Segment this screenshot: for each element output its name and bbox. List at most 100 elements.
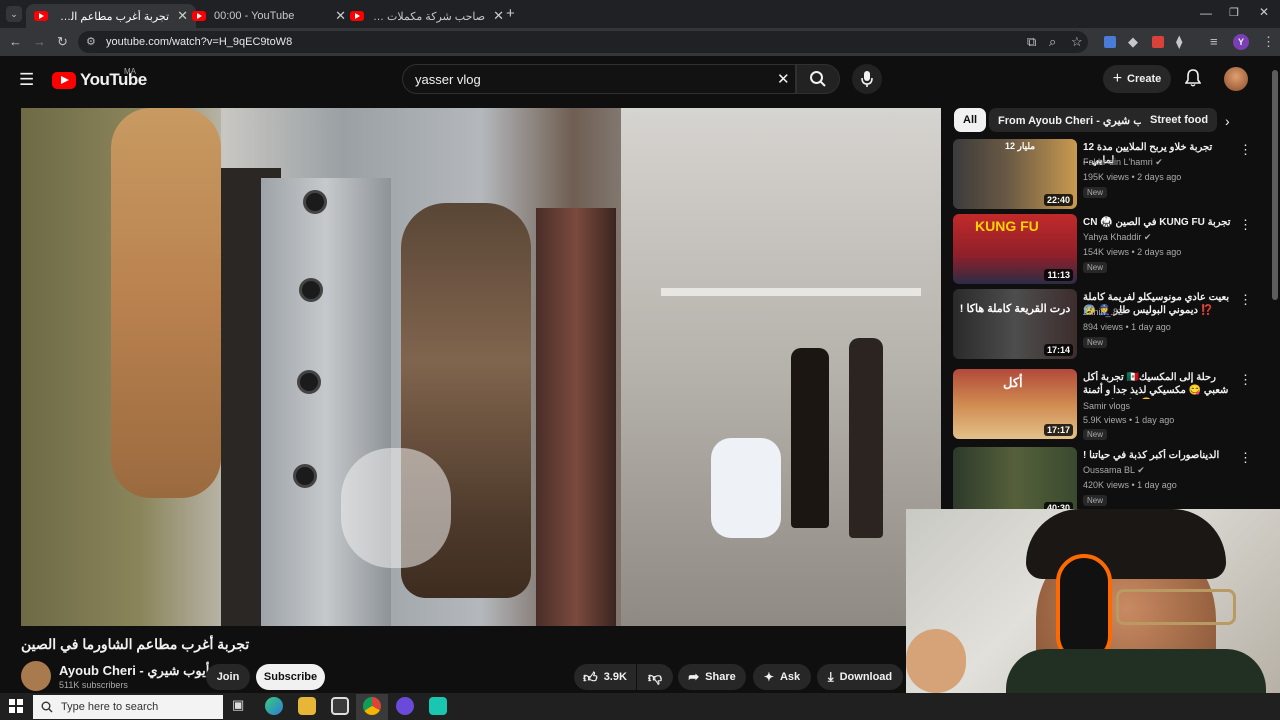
tab-search-icon[interactable]: ⌄ bbox=[6, 6, 22, 22]
browser-tab-1[interactable]: تجربة أغرب مطاعم الشاورما في ال ✕ bbox=[26, 4, 196, 28]
reload-icon[interactable]: ↻ bbox=[57, 34, 68, 50]
verified-badge-icon: ✔ bbox=[1137, 465, 1145, 475]
ask-button[interactable]: ✦ Ask bbox=[753, 664, 811, 690]
download-label: Download bbox=[839, 671, 893, 683]
chip-street-food[interactable]: Street food bbox=[1141, 108, 1218, 132]
create-label: Create bbox=[1127, 73, 1162, 85]
recommendation-item[interactable]: درت القريعة كاملة هاكا ! 17:14 بعيت عادي… bbox=[953, 289, 1253, 359]
microphone-icon bbox=[861, 71, 873, 87]
subscribe-button[interactable]: Subscribe bbox=[256, 664, 325, 690]
dislike-button[interactable]: 👎︎ bbox=[637, 664, 673, 690]
account-avatar[interactable] bbox=[1224, 67, 1248, 91]
search-button[interactable] bbox=[796, 64, 840, 94]
address-bar[interactable]: ⚙ youtube.com/watch?v=H_9qEC9toW8 bbox=[78, 31, 1088, 53]
minimize-icon[interactable]: — bbox=[1200, 6, 1212, 20]
recommendation-item[interactable]: 12 مليار 22:40 تجربة خلاو يربح الملايين … bbox=[953, 139, 1253, 209]
browser-tab-3[interactable]: صاحب شركة مكملات عدالية يواجه ✕ bbox=[342, 4, 512, 28]
new-badge: New bbox=[1083, 337, 1108, 348]
grill-knob bbox=[299, 278, 323, 302]
duration-badge: 11:13 bbox=[1044, 269, 1073, 281]
youtube-play-icon bbox=[52, 71, 76, 89]
hamburger-menu-icon[interactable]: ☰ bbox=[19, 70, 34, 90]
more-options-icon[interactable]: ⋮ bbox=[1239, 292, 1252, 308]
browser-tab-2[interactable]: 00:00 - YouTube ✕ bbox=[184, 4, 354, 28]
search-input[interactable]: yasser vlog ✕ bbox=[402, 64, 796, 94]
voice-search-button[interactable] bbox=[852, 64, 882, 94]
forward-icon[interactable]: → bbox=[33, 34, 46, 49]
reading-list-icon[interactable]: ≡ bbox=[1210, 34, 1218, 49]
grill-knob bbox=[303, 190, 327, 214]
webcam-overlay bbox=[906, 509, 1280, 693]
recommendation-views: 5.9K views • 1 day ago bbox=[1083, 415, 1175, 425]
recommendation-item[interactable]: 40:30 الديناصورات أكبر كذبة في حياتنا ! … bbox=[953, 447, 1253, 517]
bookmark-star-icon[interactable]: ☆ bbox=[1071, 34, 1083, 50]
browser-menu-icon[interactable]: ⋮ bbox=[1262, 34, 1275, 50]
url-text: youtube.com/watch?v=H_9qEC9toW8 bbox=[106, 36, 293, 48]
recommendation-title: تجربة KUNG FU في الصين 🥋 CN bbox=[1083, 217, 1231, 228]
profile-avatar[interactable]: Y bbox=[1233, 34, 1249, 50]
download-button[interactable]: ⤓ Download bbox=[817, 664, 903, 690]
video-player[interactable] bbox=[21, 108, 941, 626]
video-thumbnail[interactable]: أكل 17:17 bbox=[953, 369, 1077, 439]
site-info-icon[interactable]: ⚙ bbox=[86, 35, 96, 48]
like-button[interactable]: 👍︎ 3.9K bbox=[574, 664, 636, 690]
recommendation-item[interactable]: KUNG FU 11:13 تجربة KUNG FU في الصين 🥋 C… bbox=[953, 214, 1253, 284]
extension-diamond-icon[interactable]: ◆ bbox=[1128, 34, 1138, 50]
recommendation-title: الديناصورات أكبر كذبة في حياتنا ! bbox=[1083, 450, 1220, 461]
translate-extension-icon[interactable] bbox=[1104, 36, 1116, 48]
share-icon: ➦ bbox=[688, 669, 700, 684]
new-tab-icon[interactable]: + bbox=[506, 5, 515, 22]
zoom-icon[interactable]: ⌕ bbox=[1049, 34, 1056, 50]
country-code: MA bbox=[124, 67, 136, 76]
clear-search-icon[interactable]: ✕ bbox=[777, 70, 790, 88]
kitchen-shelf bbox=[621, 108, 941, 626]
scrollbar-thumb[interactable] bbox=[1272, 70, 1278, 300]
create-button[interactable]: + Create bbox=[1103, 65, 1171, 93]
taskbar-search-box[interactable]: Type here to search bbox=[33, 695, 223, 719]
restore-icon[interactable]: ❐ bbox=[1229, 6, 1239, 19]
chrome-icon[interactable] bbox=[363, 697, 381, 715]
channel-name[interactable]: Ayoub Cheri - أيوب شيري ✔ bbox=[59, 663, 221, 679]
recommendation-channel: Oussama BL ✔ bbox=[1083, 465, 1145, 475]
youtube-favicon-icon bbox=[34, 11, 48, 21]
chip-all[interactable]: All bbox=[954, 108, 987, 132]
more-options-icon[interactable]: ⋮ bbox=[1239, 142, 1252, 158]
task-view-icon[interactable]: ▣ bbox=[232, 697, 250, 715]
chip-from-channel[interactable]: From Ayoub Cheri - أيوب شيري bbox=[989, 108, 1165, 132]
recommendation-views: 420K views • 1 day ago bbox=[1083, 480, 1177, 490]
video-thumbnail[interactable]: درت القريعة كاملة هاكا ! 17:14 bbox=[953, 289, 1077, 359]
more-options-icon[interactable]: ⋮ bbox=[1239, 372, 1252, 388]
discord-icon[interactable] bbox=[396, 697, 414, 715]
windows-start-icon[interactable] bbox=[9, 699, 23, 716]
recommendation-views: 154K views • 2 days ago bbox=[1083, 247, 1182, 257]
more-options-icon[interactable]: ⋮ bbox=[1239, 450, 1252, 466]
duration-badge: 22:40 bbox=[1043, 194, 1073, 206]
edge-browser-icon[interactable] bbox=[265, 697, 283, 715]
join-button[interactable]: Join bbox=[206, 664, 250, 690]
install-icon[interactable]: ⧉ bbox=[1027, 34, 1036, 50]
new-badge: New bbox=[1083, 262, 1108, 273]
video-thumbnail[interactable]: KUNG FU 11:13 bbox=[953, 214, 1077, 284]
video-thumbnail[interactable]: 12 مليار 22:40 bbox=[953, 139, 1077, 209]
recommendation-item[interactable]: أكل 17:17 رحلة إلى المكسيك🇲🇽 تجربة أكل ش… bbox=[953, 369, 1253, 440]
file-explorer-icon[interactable] bbox=[298, 697, 316, 715]
more-options-icon[interactable]: ⋮ bbox=[1239, 217, 1252, 233]
notifications-bell-icon[interactable] bbox=[1184, 69, 1202, 90]
video-thumbnail[interactable]: 40:30 bbox=[953, 447, 1077, 517]
gloved-hand bbox=[341, 448, 451, 568]
extensions-puzzle-icon[interactable]: ⧫ bbox=[1176, 34, 1182, 50]
back-icon[interactable]: ← bbox=[9, 34, 22, 49]
close-tab-icon[interactable]: ✕ bbox=[493, 8, 504, 24]
verified-badge-icon: ✔ bbox=[1143, 232, 1152, 242]
microsoft-store-icon[interactable] bbox=[331, 697, 349, 715]
duration-badge: 17:14 bbox=[1043, 344, 1073, 356]
extension-red-icon[interactable] bbox=[1152, 36, 1164, 48]
channel-avatar[interactable] bbox=[21, 661, 51, 691]
chevron-right-icon[interactable]: › bbox=[1225, 113, 1230, 129]
thumbnail-text: KUNG FU bbox=[975, 218, 1039, 234]
share-button[interactable]: ➦ Share bbox=[678, 664, 746, 690]
thumbnail-text: 12 مليار bbox=[1005, 141, 1036, 151]
close-window-icon[interactable]: ✕ bbox=[1259, 5, 1269, 19]
app-icon[interactable] bbox=[429, 697, 447, 715]
duration-badge: 17:17 bbox=[1043, 424, 1073, 436]
